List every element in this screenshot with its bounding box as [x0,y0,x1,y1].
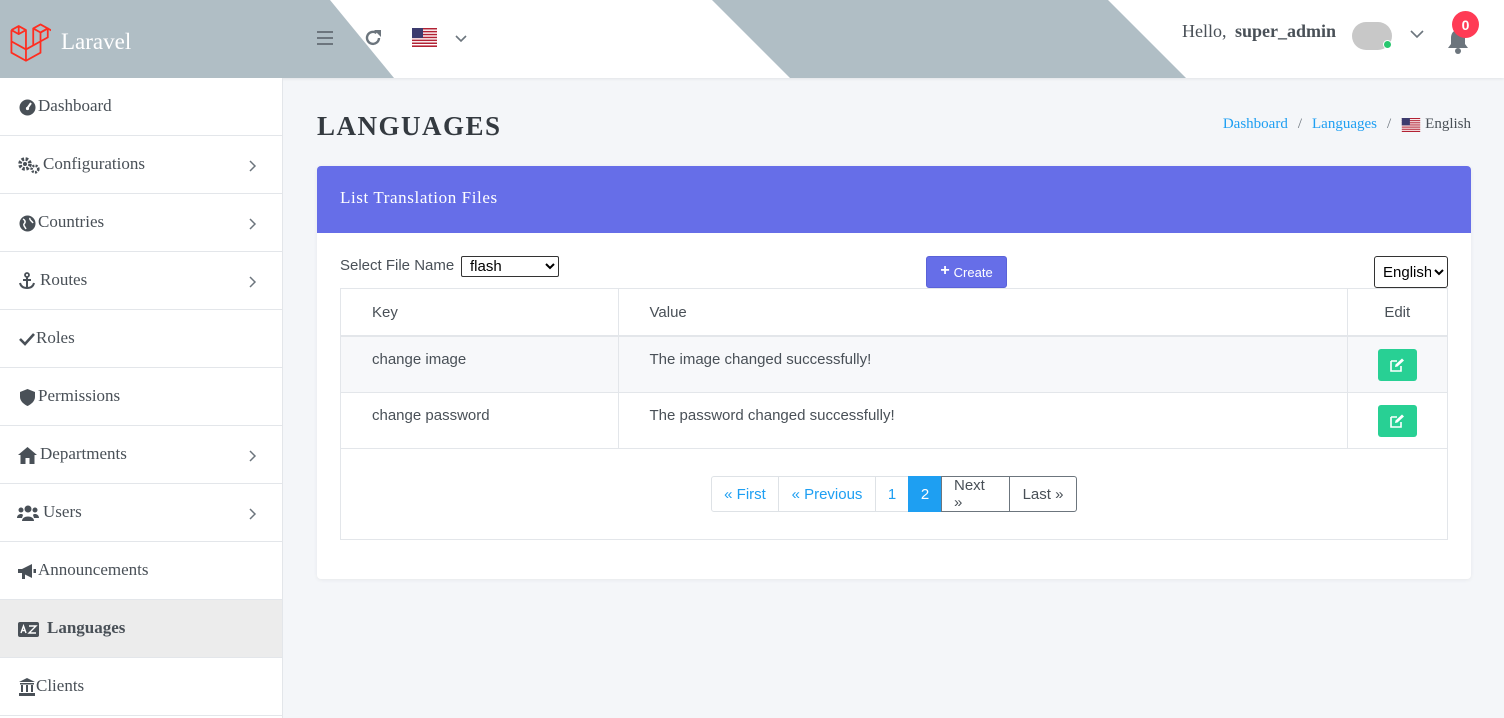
anchor-icon [17,272,37,290]
breadcrumb: Dashboard / Languages / English [1223,116,1471,133]
breadcrumb-dashboard-link[interactable]: Dashboard [1223,116,1288,133]
notification-badge: 0 [1452,11,1479,38]
table-row: change image The image changed successfu… [341,336,1447,393]
sidebar-item-label: Routes [40,270,88,289]
create-button[interactable]: + Create [926,256,1007,288]
cogs-icon [17,156,41,174]
sidebar-item-label: Announcements [38,560,149,579]
row-value: The password changed successfully! [618,392,1348,449]
column-header-edit: Edit [1347,289,1447,337]
avatar[interactable] [1352,22,1392,50]
shield-icon [17,388,37,406]
sidebar-item-routes[interactable]: Routes [0,252,282,310]
chevron-right-icon [249,276,257,288]
globe-icon [17,214,37,232]
dashboard-icon [17,98,37,116]
sidebar-item-label: Dashboard [38,96,112,115]
us-flag-icon [412,28,437,47]
top-header: Laravel Hello, super_admin 0 [0,0,1504,78]
brand[interactable]: Laravel [0,0,282,78]
home-icon [17,446,37,464]
pagination-previous[interactable]: « Previous [778,476,876,512]
edit-button[interactable] [1377,349,1417,381]
hamburger-menu-icon[interactable] [316,29,334,47]
column-header-value: Value [618,289,1348,337]
sidebar-item-label: Permissions [38,386,121,405]
pagination-next[interactable]: Next » [941,476,1010,512]
sidebar-item-roles[interactable]: Roles [0,310,282,368]
brand-name: Laravel [61,29,132,54]
card-title: List Translation Files [340,188,498,207]
us-flag-icon [1401,117,1421,132]
refresh-icon[interactable] [363,28,383,48]
pagination-first[interactable]: « First [711,476,779,512]
chevron-right-icon [249,450,257,462]
online-status-dot [1383,40,1392,49]
sidebar-item-languages[interactable]: Languages [0,600,282,658]
users-icon [17,504,39,522]
page-title: LANGUAGES [317,111,502,141]
chevron-down-icon [455,35,467,43]
username: super_admin [1235,21,1337,41]
table-row: change password The password changed suc… [341,392,1447,449]
sidebar-item-users[interactable]: Users [0,484,282,542]
sidebar-item-announcements[interactable]: Announcements [0,542,282,600]
column-header-key: Key [341,289,619,337]
chevron-right-icon [249,218,257,230]
sidebar-item-clients[interactable]: Clients [0,658,282,716]
sidebar-item-label: Languages [47,618,126,637]
file-name-select[interactable]: flash [461,256,559,277]
language-select[interactable]: English [1374,256,1448,288]
sidebar-item-label: Departments [40,444,127,463]
pagination: « First « Previous 1 2 Next » Last » [711,476,1077,512]
bullhorn-icon [17,562,37,580]
plus-icon: + [940,262,950,279]
pagination-page-1[interactable]: 1 [875,476,909,512]
row-key: change password [341,392,619,449]
translation-files-card: List Translation Files Select File Name … [317,166,1471,579]
edit-button[interactable] [1377,404,1417,437]
chevron-right-icon [249,508,257,520]
user-menu-chevron-icon[interactable] [1410,29,1424,39]
user-greeting: Hello, super_admin [1182,21,1336,42]
sidebar-item-permissions[interactable]: Permissions [0,368,282,426]
breadcrumb-languages-link[interactable]: Languages [1312,116,1377,133]
greeting-text: Hello, [1182,21,1227,41]
language-icon [17,620,39,638]
row-edit-cell [1347,392,1447,449]
check-icon [17,330,37,348]
breadcrumb-separator: / [1386,116,1392,132]
pagination-page-2[interactable]: 2 [908,476,942,512]
sidebar-item-departments[interactable]: Departments [0,426,282,484]
edit-icon [1389,414,1404,428]
sidebar-item-label: Countries [38,212,105,231]
row-edit-cell [1347,336,1447,393]
breadcrumb-separator: / [1297,116,1302,132]
sidebar-item-configurations[interactable]: Configurations [0,136,282,194]
edit-icon [1389,358,1404,372]
chevron-right-icon [249,160,257,172]
building-icon [17,678,37,696]
create-button-label: Create [953,264,993,280]
sidebar-item-label: Configurations [43,154,145,173]
sidebar: Dashboard Configurations Countries Route… [0,78,283,718]
pagination-last[interactable]: Last » [1009,476,1077,512]
row-value: The image changed successfully! [618,336,1348,393]
sidebar-item-label: Clients [36,676,85,695]
sidebar-item-countries[interactable]: Countries [0,194,282,252]
sidebar-item-label: Users [43,502,82,521]
table-header-row: Key Value Edit [341,289,1447,337]
sidebar-item-label: Roles [36,328,75,347]
breadcrumb-current: English [1425,116,1471,132]
file-name-label: Select File Name [340,257,455,274]
card-header: List Translation Files [317,166,1471,233]
row-key: change image [341,336,619,393]
laravel-logo-icon [10,23,51,62]
language-switcher[interactable] [412,28,470,50]
sidebar-item-dashboard[interactable]: Dashboard [0,78,282,136]
